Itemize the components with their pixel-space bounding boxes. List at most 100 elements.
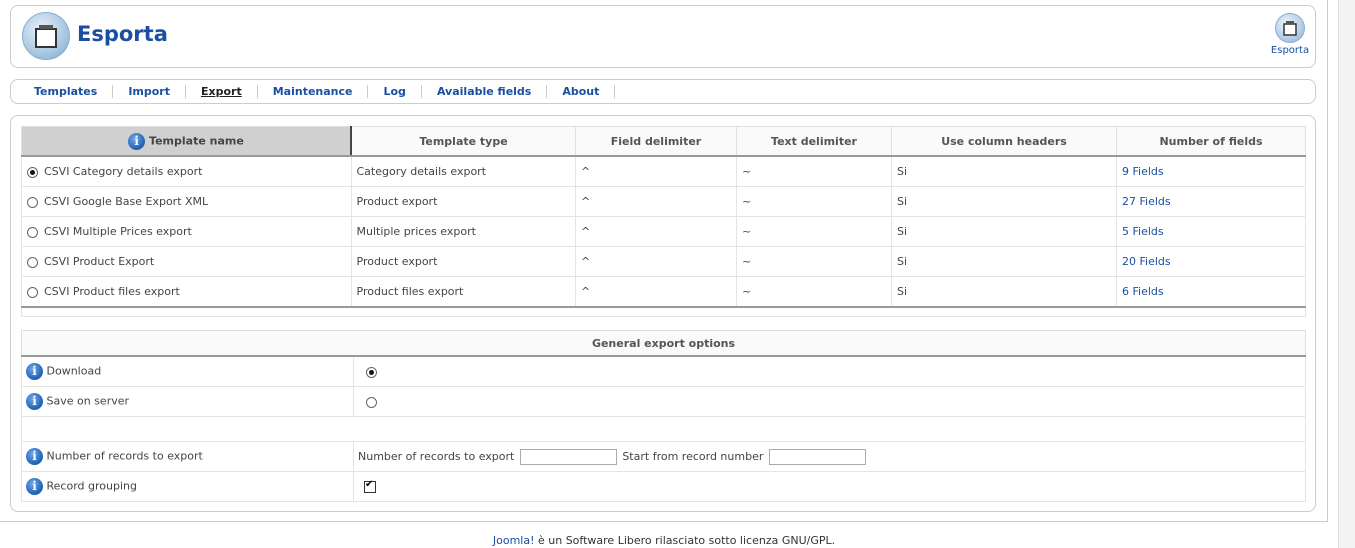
table-header-row: i Template name Template type Field deli…	[21, 126, 1306, 157]
use-column-headers: Si	[891, 276, 1117, 308]
text-delimiter: ~	[736, 186, 892, 217]
field-delimiter: ^	[575, 216, 737, 247]
option-value-cell	[353, 471, 1306, 502]
tab-log[interactable]: Log	[368, 85, 422, 98]
info-icon[interactable]: i	[26, 448, 43, 465]
field-delimiter: ^	[575, 276, 737, 308]
option-row-download: i Download	[21, 355, 1306, 387]
save-on-server-label: Save on server	[46, 394, 130, 408]
info-icon[interactable]: i	[26, 478, 43, 495]
template-name: CSVI Google Base Export XML	[44, 195, 209, 208]
fields-link[interactable]: 27 Fields	[1122, 195, 1171, 208]
template-radio[interactable]	[27, 226, 38, 238]
field-delimiter: ^	[575, 246, 737, 277]
template-type: Product export	[350, 186, 576, 217]
footer-text: è un Software Libero rilasciato sotto li…	[534, 534, 836, 547]
template-name-cell: CSVI Category details export	[21, 155, 352, 187]
table-row: CSVI Google Base Export XML Product expo…	[21, 186, 1306, 217]
template-type: Product files export	[350, 276, 576, 308]
option-label-cell: i Number of records to export	[21, 441, 354, 472]
text-delimiter: ~	[736, 276, 892, 308]
use-column-headers: Si	[891, 155, 1117, 187]
table-row: CSVI Product files export Product files …	[21, 276, 1306, 308]
column-header-template-type: Template type	[350, 126, 576, 157]
tab-about[interactable]: About	[547, 85, 616, 98]
toolbar-export-label: Esporta	[1270, 45, 1310, 56]
template-name: CSVI Product Export	[44, 255, 155, 268]
use-column-headers: Si	[891, 186, 1117, 217]
export-logo-icon	[22, 12, 70, 60]
record-grouping-label: Record grouping	[46, 479, 137, 493]
fields-link[interactable]: 9 Fields	[1122, 165, 1164, 178]
fields-link[interactable]: 20 Fields	[1122, 255, 1171, 268]
records-count-input[interactable]	[519, 448, 617, 465]
template-name-cell: CSVI Multiple Prices export	[21, 216, 352, 247]
page-border-right	[1327, 0, 1328, 522]
template-radio[interactable]	[27, 196, 38, 208]
record-grouping-checkbox[interactable]	[364, 479, 376, 493]
column-header-template-name[interactable]: i Template name	[21, 126, 352, 157]
window-scrollbar-edge[interactable]	[1338, 0, 1355, 548]
option-value-cell	[353, 355, 1306, 387]
column-header-number-of-fields: Number of fields	[1116, 126, 1306, 157]
tab-import[interactable]: Import	[113, 85, 186, 98]
records-inline-label: Number of records to export	[358, 449, 515, 463]
template-type: Multiple prices export	[350, 216, 576, 247]
tab-export[interactable]: Export	[186, 85, 258, 98]
number-of-fields-cell: 9 Fields	[1116, 155, 1306, 187]
templates-table: i Template name Template type Field deli…	[21, 126, 1306, 317]
template-name-cell: CSVI Google Base Export XML	[21, 186, 352, 217]
start-from-label: Start from record number	[622, 449, 764, 463]
template-type: Product export	[350, 246, 576, 277]
table-row: CSVI Category details export Category de…	[21, 155, 1306, 187]
page-border-bottom	[0, 521, 1328, 522]
save-on-server-radio[interactable]	[366, 396, 377, 408]
text-delimiter: ~	[736, 155, 892, 187]
option-value-cell	[353, 386, 1306, 417]
template-name: CSVI Multiple Prices export	[44, 225, 192, 238]
table-row: CSVI Product Export Product export ^ ~ S…	[21, 246, 1306, 277]
download-label: Download	[46, 364, 102, 378]
option-row-record-grouping: i Record grouping	[21, 471, 1306, 502]
number-of-fields-cell: 27 Fields	[1116, 186, 1306, 217]
use-column-headers: Si	[891, 216, 1117, 247]
template-name-cell: CSVI Product files export	[21, 276, 352, 308]
template-radio[interactable]	[27, 286, 38, 298]
table-footer-row	[21, 306, 1306, 317]
option-spacer-row	[21, 416, 1306, 442]
column-header-label: Template name	[149, 134, 244, 147]
option-label-cell: i Download	[21, 355, 354, 387]
download-radio[interactable]	[366, 366, 377, 378]
options-title: General export options	[21, 330, 1306, 357]
info-icon[interactable]: i	[26, 393, 43, 410]
export-icon	[1275, 13, 1305, 43]
info-icon[interactable]: i	[128, 132, 146, 150]
fields-link[interactable]: 5 Fields	[1122, 225, 1164, 238]
column-header-text-delimiter: Text delimiter	[736, 126, 892, 157]
joomla-link[interactable]: Joomla!	[493, 534, 535, 547]
template-radio[interactable]	[27, 256, 38, 268]
template-type: Category details export	[350, 155, 576, 187]
field-delimiter: ^	[575, 186, 737, 217]
tab-bar: Templates Import Export Maintenance Log …	[10, 79, 1316, 104]
text-delimiter: ~	[736, 216, 892, 247]
start-record-input[interactable]	[768, 448, 866, 465]
tab-available-fields[interactable]: Available fields	[422, 85, 548, 98]
template-name: CSVI Product files export	[44, 285, 180, 298]
info-icon[interactable]: i	[26, 363, 43, 380]
number-of-fields-cell: 6 Fields	[1116, 276, 1306, 308]
toolbar-export-button[interactable]: Esporta	[1267, 13, 1313, 63]
field-delimiter: ^	[575, 155, 737, 187]
template-name: CSVI Category details export	[44, 165, 203, 178]
option-label-cell: i Record grouping	[21, 471, 354, 502]
text-delimiter: ~	[736, 246, 892, 277]
option-value-cell: Number of records to export Start from r…	[353, 441, 1306, 472]
footer: Joomla! è un Software Libero rilasciato …	[0, 534, 1328, 547]
records-label: Number of records to export	[46, 449, 203, 463]
template-radio[interactable]	[27, 166, 38, 178]
tab-maintenance[interactable]: Maintenance	[258, 85, 369, 98]
tab-templates[interactable]: Templates	[19, 85, 114, 98]
table-row: CSVI Multiple Prices export Multiple pri…	[21, 216, 1306, 247]
fields-link[interactable]: 6 Fields	[1122, 285, 1164, 298]
column-header-field-delimiter: Field delimiter	[575, 126, 737, 157]
